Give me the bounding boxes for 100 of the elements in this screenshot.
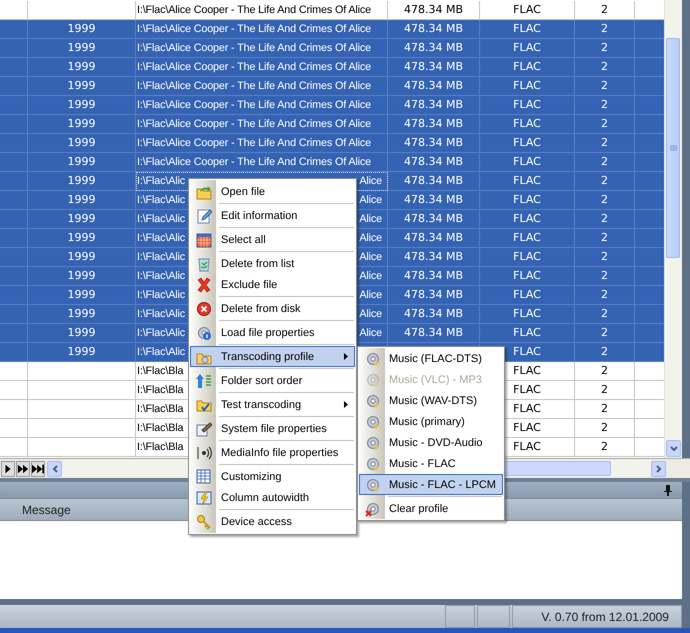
table-cell-text: 2 [601, 230, 608, 246]
file-path: Alice [359, 250, 383, 265]
table-cell-text: 2 [601, 2, 608, 18]
table-cell-text: 478.34 MB [404, 173, 464, 189]
table-cell-text: FLAC [513, 439, 541, 455]
table-cell-text: FLAC [513, 59, 541, 75]
file-path: I:\Flac\Alic [137, 231, 185, 246]
table-cell-text: FLAC [513, 116, 541, 132]
file-path: I:\Flac\Alic [137, 212, 185, 227]
table-cell-text: 1999 [68, 230, 96, 246]
table-cell-text: 478.34 MB [404, 135, 464, 151]
table-cell-text: 1999 [68, 78, 96, 94]
table-cell-text: 1999 [68, 116, 96, 132]
file-path: I:\Flac\Alic [137, 307, 185, 322]
table-cell-text: 1999 [68, 192, 96, 208]
table-cell-text: FLAC [513, 401, 541, 417]
file-path: I:\Flac\Alic [137, 174, 185, 189]
table-cell-text: FLAC [513, 363, 541, 379]
file-path: I:\Flac\Alice Cooper - The Life And Crimes Of Alice [137, 117, 371, 132]
file-path: I:\Flac\Bla [137, 383, 184, 398]
file-path: I:\Flac\Alic [137, 345, 185, 360]
file-path: Alice [359, 212, 383, 227]
file-path: I:\Flac\Alice Cooper - The Life And Crimes Of Alice [137, 22, 371, 37]
table-cell-text: 1999 [68, 21, 96, 37]
file-path: I:\Flac\Alice Cooper - The Life And Crimes Of Alice [137, 60, 371, 75]
table-cell-text: FLAC [513, 211, 541, 227]
table-cell-text: 2 [601, 344, 608, 360]
table-cell-text: FLAC [513, 173, 541, 189]
file-path: I:\Flac\Bla [137, 364, 184, 379]
table-cell-text: FLAC [513, 325, 541, 341]
table-cell-text: 2 [601, 135, 608, 151]
table-cell-text: 1999 [68, 40, 96, 56]
table-cell-text: 478.34 MB [404, 116, 464, 132]
file-path: Alice [359, 193, 383, 208]
table-cell-text: 2 [601, 40, 608, 56]
file-path: Alice [359, 231, 383, 246]
table-cell-text: 1999 [68, 135, 96, 151]
table-cell-text: 2 [601, 268, 608, 284]
table-cell-text: 2 [601, 439, 608, 455]
table-cell-text: 478.34 MB [404, 59, 464, 75]
table-cell-text: FLAC [513, 249, 541, 265]
table-cell-text: FLAC [513, 135, 541, 151]
file-path: I:\Flac\Bla [137, 402, 184, 417]
version-text: V. 0.70 from 12.01.2009 [512, 605, 682, 628]
table-cell-text: 1999 [68, 306, 96, 322]
table-cell-text: 2 [601, 420, 608, 436]
table-cell-text: 2 [601, 306, 608, 322]
table-cell-text: 1999 [68, 154, 96, 170]
table-cell-text: FLAC [513, 230, 541, 246]
table-cell-text: 478.34 MB [404, 230, 464, 246]
table-cell-text: 1999 [68, 59, 96, 75]
file-path: I:\Flac\Alic [137, 288, 185, 303]
table-cell-text: 1999 [68, 249, 96, 265]
table-cell-text: 2 [601, 78, 608, 94]
table-cell-text: 1999 [68, 211, 96, 227]
file-path: Alice [359, 326, 383, 341]
file-path: I:\Flac\Alice Cooper - The Life And Crimes Of Alice [137, 41, 371, 56]
table-cell-text: 2 [601, 382, 608, 398]
table-cell-text: 478.34 MB [404, 287, 464, 303]
file-path: I:\Flac\Alice Cooper - The Life And Crimes Of Alice [137, 98, 371, 113]
table-cell-text: 478.34 MB [404, 97, 464, 113]
file-path: I:\Flac\Bla [137, 421, 184, 436]
table-cell-text: 2 [601, 363, 608, 379]
table-cell-text: FLAC [513, 192, 541, 208]
table-cell-text: FLAC [513, 2, 541, 18]
table-cell-text: 2 [601, 287, 608, 303]
table-cell-text: FLAC [513, 97, 541, 113]
table-cell-text: 478.34 MB [404, 78, 464, 94]
file-path: I:\Flac\Alice Cooper - The Life And Crimes Of Alice [137, 136, 371, 151]
table-cell-text: 478.34 MB [404, 211, 464, 227]
table-cell-text: FLAC [513, 268, 541, 284]
file-path: Alice [359, 288, 383, 303]
table-cell-text: 478.34 MB [404, 192, 464, 208]
table-cell-text: 2 [601, 325, 608, 341]
table-cell-text: 2 [601, 116, 608, 132]
table-cell-text: 1999 [68, 173, 96, 189]
table-cell-text: 2 [601, 97, 608, 113]
file-path: I:\Flac\Alic [137, 269, 185, 284]
table-cell-text: 478.34 MB [404, 154, 464, 170]
file-path: I:\Flac\Alice Cooper - The Life And Crimes Of Alice [137, 3, 371, 18]
file-path: Alice [359, 174, 383, 189]
table-cell-text: 478.34 MB [404, 40, 464, 56]
table-cell-text: FLAC [513, 40, 541, 56]
table-cell-text: 2 [601, 401, 608, 417]
table-cell-text: 478.34 MB [404, 2, 464, 18]
table-cell-text: FLAC [513, 78, 541, 94]
table-cell-text: FLAC [513, 382, 541, 398]
file-path: I:\Flac\Alice Cooper - The Life And Crimes Of Alice [137, 155, 371, 170]
table-cell-text: 1999 [68, 325, 96, 341]
file-path: I:\Flac\Alic [137, 193, 185, 208]
table-cell-text: 478.34 MB [404, 306, 464, 322]
table-cell-text: 478.34 MB [404, 249, 464, 265]
table-cell-text: 2 [601, 192, 608, 208]
table-cell-text: 2 [601, 59, 608, 75]
table-cell-text: FLAC [513, 344, 541, 360]
table-cell-text: FLAC [513, 287, 541, 303]
table-cell-text: 2 [601, 249, 608, 265]
table-cell-text: 2 [601, 173, 608, 189]
file-path: I:\Flac\Alic [137, 326, 185, 341]
table-cell-text: 1999 [68, 287, 96, 303]
